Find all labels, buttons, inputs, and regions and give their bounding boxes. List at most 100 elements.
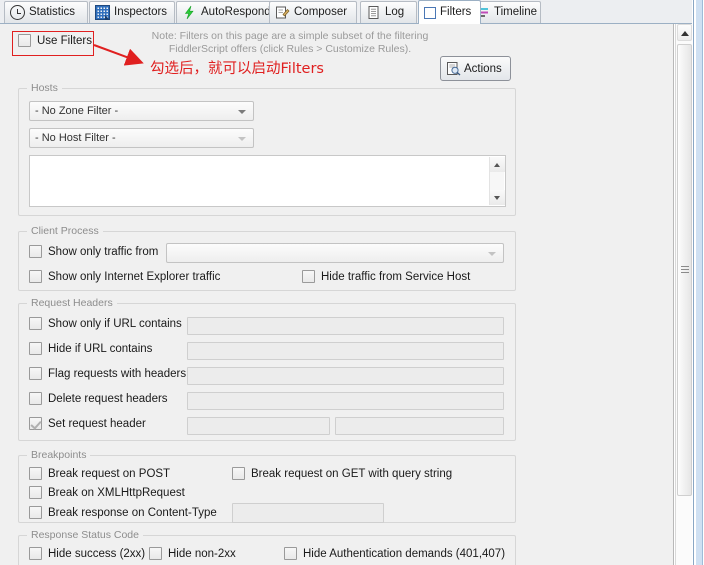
inspectors-grid-icon xyxy=(95,5,110,20)
break-request-on-post-checkbox[interactable]: Break request on POST xyxy=(29,467,170,480)
show-only-if-url-contains-checkbox[interactable]: Show only if URL contains xyxy=(29,317,182,330)
tab-label: Timeline xyxy=(494,5,538,18)
breakpoints-group: Breakpoints Break request on POST Break … xyxy=(18,449,516,523)
host-filter-value: - No Host Filter - xyxy=(35,132,116,144)
flag-requests-with-headers-input[interactable] xyxy=(187,367,504,385)
hide-authentication-demands-checkbox-box[interactable] xyxy=(284,547,297,560)
flag-requests-with-headers-checkbox-box[interactable] xyxy=(29,367,42,380)
hide-service-host-checkbox-box[interactable] xyxy=(302,270,315,283)
use-filters-checkbox[interactable]: Use Filters xyxy=(18,34,92,47)
hide-non2xx-label: Hide non-2xx xyxy=(168,547,236,560)
filters-page: Use Filters Note: Filters on this page a… xyxy=(0,24,674,565)
client-process-group-legend: Client Process xyxy=(27,225,103,237)
set-request-header-label: Set request header xyxy=(48,417,146,430)
hide-if-url-contains-input[interactable] xyxy=(187,342,504,360)
scrollbar-grip-icon xyxy=(681,266,689,274)
use-filters-label: Use Filters xyxy=(37,34,92,47)
hide-non2xx-checkbox[interactable]: Hide non-2xx xyxy=(149,547,236,560)
hide-non2xx-checkbox-box[interactable] xyxy=(149,547,162,560)
hide-if-url-contains-checkbox-box[interactable] xyxy=(29,342,42,355)
tab-log[interactable]: Log xyxy=(360,1,417,23)
hide-authentication-demands-checkbox[interactable]: Hide Authentication demands (401,407) xyxy=(284,547,505,560)
hide-if-url-contains-checkbox[interactable]: Hide if URL contains xyxy=(29,342,152,355)
break-response-on-content-type-label: Break response on Content-Type xyxy=(48,506,217,519)
empty-square-icon xyxy=(424,6,436,19)
delete-request-headers-checkbox-box[interactable] xyxy=(29,392,42,405)
clock-icon xyxy=(10,5,25,20)
hosts-textarea-scrollbar[interactable] xyxy=(489,157,505,205)
tab-composer[interactable]: Composer xyxy=(269,1,357,23)
break-on-xmlhttprequest-checkbox[interactable]: Break on XMLHttpRequest xyxy=(29,486,185,499)
pencil-pad-icon xyxy=(275,5,290,20)
hosts-textarea[interactable] xyxy=(29,155,506,207)
set-request-header-name-input[interactable] xyxy=(187,417,330,435)
show-only-if-url-contains-input[interactable] xyxy=(187,317,504,335)
tab-label: Composer xyxy=(294,5,348,18)
delete-request-headers-checkbox[interactable]: Delete request headers xyxy=(29,392,168,405)
filters-note: Note: Filters on this page are a simple … xyxy=(140,30,440,56)
show-only-traffic-from-label: Show only traffic from xyxy=(48,245,159,258)
tab-inspectors[interactable]: Inspectors xyxy=(89,1,175,23)
hide-success-checkbox[interactable]: Hide success (2xx) xyxy=(29,547,145,560)
actions-button[interactable]: Actions xyxy=(440,56,511,81)
hide-success-checkbox-box[interactable] xyxy=(29,547,42,560)
tab-filters[interactable]: Filters xyxy=(418,0,481,24)
host-filter-combo[interactable]: - No Host Filter - xyxy=(29,128,254,148)
main-tab-strip: Statistics Inspectors AutoResponder Comp… xyxy=(0,0,704,24)
hosts-group: Hosts - No Zone Filter - - No Host Filte… xyxy=(18,82,516,216)
break-content-type-input[interactable] xyxy=(232,503,384,523)
hide-service-host-checkbox[interactable]: Hide traffic from Service Host xyxy=(302,270,470,283)
tab-statistics[interactable]: Statistics xyxy=(4,1,88,23)
response-status-code-group-legend: Response Status Code xyxy=(27,529,143,541)
tab-label: Inspectors xyxy=(114,5,168,18)
show-only-ie-traffic-checkbox[interactable]: Show only Internet Explorer traffic xyxy=(29,270,220,283)
break-request-on-get-query-checkbox-box[interactable] xyxy=(232,467,245,480)
filters-note-line1: Note: Filters on this page are a simple … xyxy=(151,30,429,42)
tab-label: Statistics xyxy=(29,5,76,18)
zone-filter-value: - No Zone Filter - xyxy=(35,105,119,117)
actions-doc-magnifier-icon xyxy=(446,61,461,76)
document-icon xyxy=(366,5,381,20)
break-response-on-content-type-checkbox-box[interactable] xyxy=(29,506,42,519)
chevron-down-icon xyxy=(488,252,496,256)
tab-autoresponder[interactable]: AutoResponder xyxy=(176,1,284,23)
use-filters-checkbox-box[interactable] xyxy=(18,34,31,47)
hide-success-label: Hide success (2xx) xyxy=(48,547,146,560)
hide-authentication-demands-label: Hide Authentication demands (401,407) xyxy=(303,547,506,560)
delete-request-headers-input[interactable] xyxy=(187,392,504,410)
filters-toolbar: Use Filters Note: Filters on this page a… xyxy=(0,24,673,81)
request-headers-group-legend: Request Headers xyxy=(27,297,117,309)
show-only-traffic-from-checkbox-box[interactable] xyxy=(29,245,42,258)
break-on-xmlhttprequest-label: Break on XMLHttpRequest xyxy=(48,486,185,499)
request-headers-group: Request Headers Show only if URL contain… xyxy=(18,297,516,441)
tab-label: Log xyxy=(385,5,405,18)
flag-requests-with-headers-label: Flag requests with headers xyxy=(48,367,187,380)
hide-if-url-contains-label: Hide if URL contains xyxy=(48,342,153,355)
show-only-traffic-from-checkbox[interactable]: Show only traffic from xyxy=(29,245,158,258)
show-only-if-url-contains-label: Show only if URL contains xyxy=(48,317,182,330)
hide-service-host-label: Hide traffic from Service Host xyxy=(321,270,471,283)
scroll-up-icon[interactable] xyxy=(490,157,505,172)
response-status-code-group: Response Status Code Hide success (2xx) … xyxy=(18,529,516,565)
scroll-down-icon[interactable] xyxy=(490,190,505,205)
zone-filter-combo[interactable]: - No Zone Filter - xyxy=(29,101,254,121)
scroll-up-icon[interactable] xyxy=(677,24,692,41)
scrollbar-thumb[interactable] xyxy=(677,44,692,496)
break-on-xmlhttprequest-checkbox-box[interactable] xyxy=(29,486,42,499)
set-request-header-checkbox[interactable]: Set request header xyxy=(29,417,146,430)
flag-requests-with-headers-checkbox[interactable]: Flag requests with headers xyxy=(29,367,186,380)
delete-request-headers-label: Delete request headers xyxy=(48,392,168,405)
break-request-on-get-query-label: Break request on GET with query string xyxy=(251,467,453,480)
chevron-down-icon xyxy=(238,137,246,141)
client-process-combo[interactable] xyxy=(166,243,504,263)
set-request-header-value-input[interactable] xyxy=(335,417,504,435)
page-vertical-scrollbar[interactable] xyxy=(675,24,692,565)
tab-label: Filters xyxy=(440,5,472,18)
break-request-on-get-query-checkbox[interactable]: Break request on GET with query string xyxy=(232,467,452,480)
break-request-on-post-checkbox-box[interactable] xyxy=(29,467,42,480)
break-response-on-content-type-checkbox[interactable]: Break response on Content-Type xyxy=(29,506,217,519)
show-only-if-url-contains-checkbox-box[interactable] xyxy=(29,317,42,330)
show-only-ie-traffic-checkbox-box[interactable] xyxy=(29,270,42,283)
actions-button-label: Actions xyxy=(464,62,502,75)
set-request-header-checkbox-box[interactable] xyxy=(29,417,42,430)
